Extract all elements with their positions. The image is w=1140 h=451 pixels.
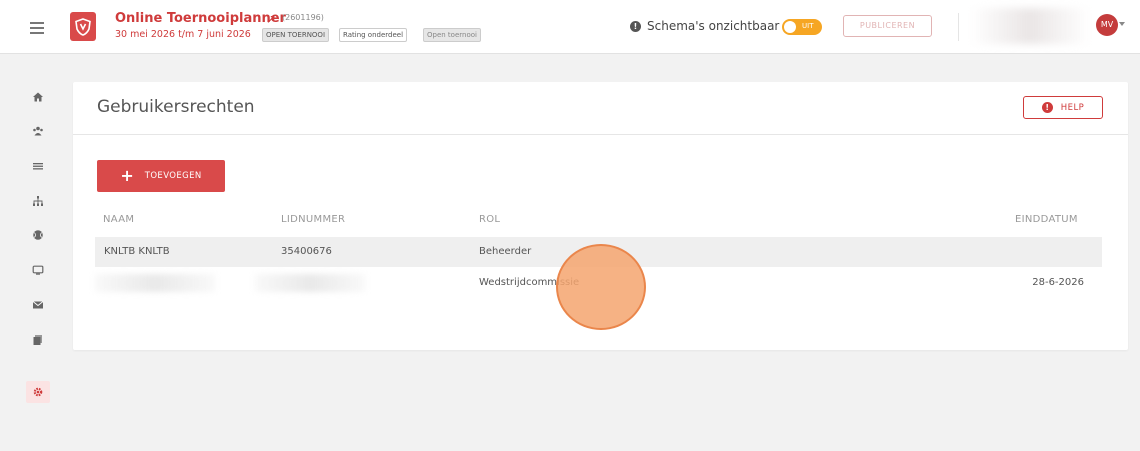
list-icon xyxy=(33,163,43,170)
sidebar-item-documents[interactable] xyxy=(26,329,50,351)
app-title[interactable]: Online Toernooiplanner xyxy=(115,11,286,26)
sidebar-item-ball[interactable] xyxy=(26,224,50,246)
screen-icon xyxy=(32,265,44,275)
help-icon: ! xyxy=(1041,102,1053,113)
click-highlight xyxy=(556,244,646,330)
cell-naam: KNLTB KNLTB xyxy=(104,246,170,257)
mail-icon xyxy=(32,301,44,309)
schema-visibility-label: Schema's onzichtbaar xyxy=(647,19,780,33)
app-logo[interactable] xyxy=(70,12,96,41)
tournament-id: (2601196) xyxy=(282,13,324,22)
menu-icon[interactable] xyxy=(30,22,44,34)
sidebar-item-screen[interactable] xyxy=(26,259,50,281)
top-bar: Online Toernooiplanner ↗ (2601196) 30 me… xyxy=(0,0,1140,54)
cell-lidnummer-redacted xyxy=(255,274,365,292)
chevron-down-icon[interactable] xyxy=(1119,22,1125,26)
page-title: Gebruikersrechten xyxy=(97,97,255,117)
sidebar-item-list[interactable] xyxy=(26,155,50,177)
toggle-label: UIT xyxy=(802,22,814,30)
sidebar-item-settings[interactable] xyxy=(26,381,50,403)
home-icon xyxy=(33,92,43,102)
sidebar-item-users[interactable] xyxy=(26,120,50,142)
cell-rol: Beheerder xyxy=(479,246,532,257)
header-divider xyxy=(958,13,959,41)
column-header-naam[interactable]: NAAM xyxy=(103,214,134,225)
help-label: HELP xyxy=(1060,102,1085,113)
header-divider xyxy=(73,134,1128,135)
schema-visibility-toggle[interactable]: UIT xyxy=(782,19,822,35)
cell-naam-redacted xyxy=(95,274,215,292)
help-button[interactable]: ! HELP xyxy=(1023,96,1103,119)
sidebar-item-hierarchy[interactable] xyxy=(26,190,50,212)
sidebar-item-mail[interactable] xyxy=(26,294,50,316)
add-button[interactable]: + TOEVOEGEN xyxy=(97,160,225,192)
publish-button[interactable]: PUBLICEREN xyxy=(843,15,932,37)
shield-logo-icon xyxy=(75,17,91,36)
badge-open-toernooi: OPEN TOERNOOI xyxy=(262,28,330,42)
documents-icon xyxy=(33,335,42,345)
column-header-einddatum[interactable]: EINDDATUM xyxy=(1015,214,1078,225)
users-icon xyxy=(33,126,43,136)
badge-open-toernooi-alt: Open toernooi xyxy=(423,28,481,42)
user-name-redacted xyxy=(970,8,1090,44)
column-header-rol[interactable]: ROL xyxy=(479,214,500,225)
plus-icon: + xyxy=(120,166,134,185)
column-header-lidnummer[interactable]: LIDNUMMER xyxy=(281,214,345,225)
badge-rating: Rating onderdeel xyxy=(339,28,408,42)
hierarchy-icon xyxy=(33,196,43,206)
ball-icon xyxy=(33,230,43,240)
sidebar-item-home[interactable] xyxy=(26,86,50,108)
cell-lidnummer: 35400676 xyxy=(281,246,332,257)
toggle-knob xyxy=(784,21,796,33)
add-button-label: TOEVOEGEN xyxy=(144,171,202,181)
settings-icon xyxy=(33,387,43,397)
avatar[interactable]: MV xyxy=(1096,14,1118,36)
info-icon[interactable]: ! xyxy=(630,21,641,32)
cell-einddatum: 28-6-2026 xyxy=(1032,277,1084,288)
external-link-icon[interactable]: ↗ xyxy=(266,12,276,26)
tournament-dates: 30 mei 2026 t/m 7 juni 2026 xyxy=(115,29,251,40)
